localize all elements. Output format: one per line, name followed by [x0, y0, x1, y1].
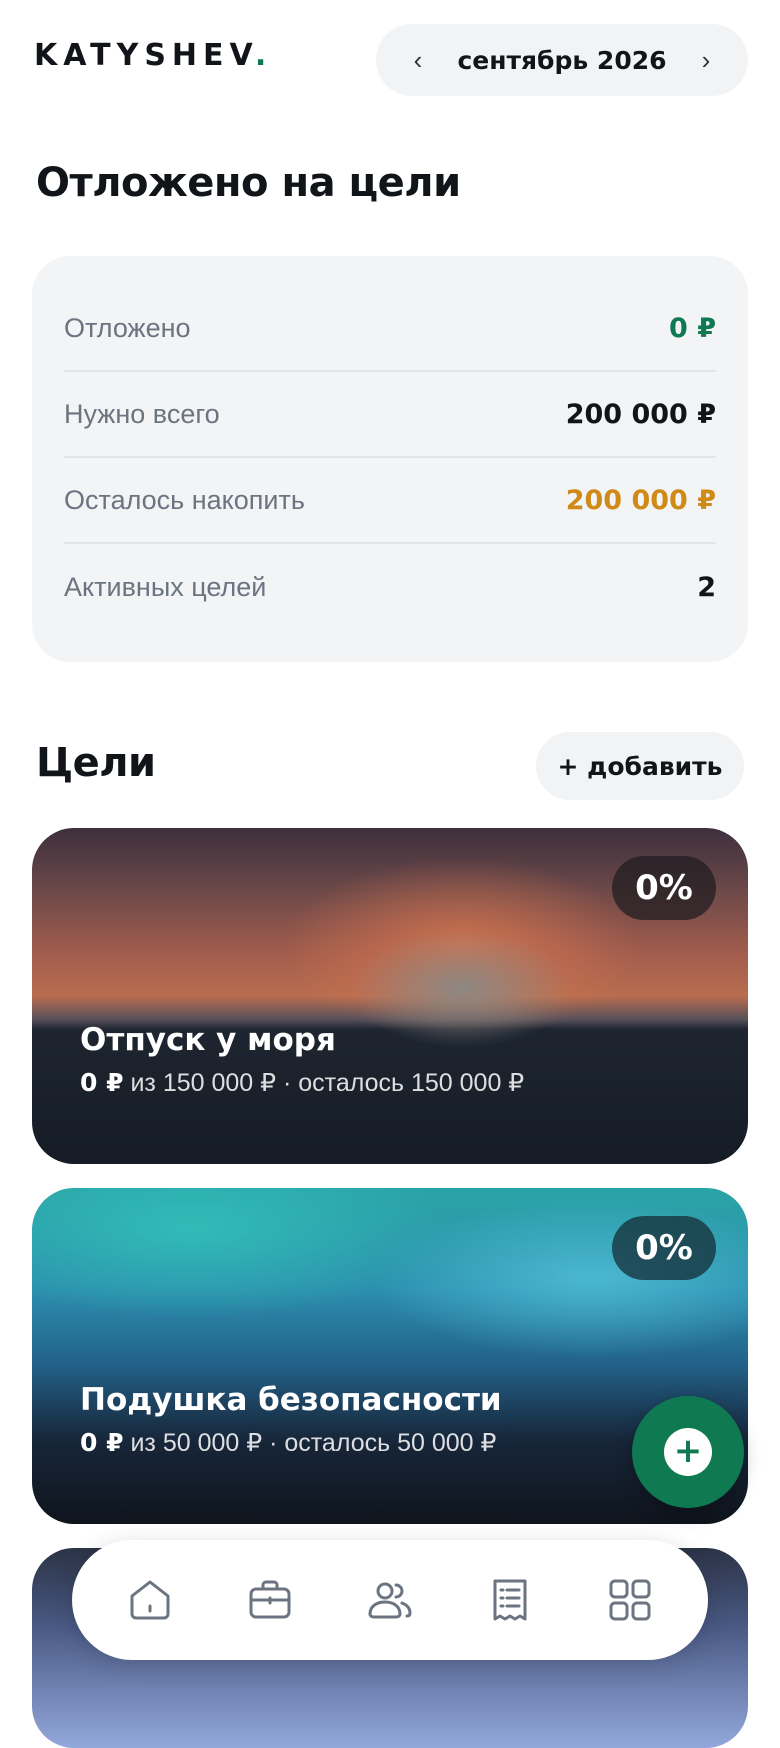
chevron-left-icon[interactable]: ‹ [406, 45, 430, 76]
logo-dot: . [254, 38, 273, 73]
chevron-right-icon[interactable]: › [694, 45, 718, 76]
summary-card: Отложено 0 ₽ Нужно всего 200 000 ₽ Остал… [32, 256, 748, 662]
goal-amounts: 0 ₽ из 50 000 ₽ · осталось 50 000 ₽ [80, 1428, 496, 1458]
summary-title: Отложено на цели [36, 160, 461, 206]
grid-icon [609, 1579, 651, 1621]
logo-text: KATYSHEV [34, 38, 255, 73]
goal-rest: из 150 000 ₽ · осталось 150 000 ₽ [130, 1069, 525, 1097]
summary-value: 2 [697, 571, 716, 603]
nav-receipt[interactable] [474, 1564, 546, 1636]
summary-value: 200 000 ₽ [565, 484, 716, 516]
home-icon [130, 1580, 170, 1620]
goal-name: Отпуск у моря [80, 1022, 336, 1058]
summary-row-remaining: Осталось накопить 200 000 ₽ [64, 458, 716, 544]
month-label: сентябрь 2026 [457, 45, 667, 75]
goal-rest: из 50 000 ₽ · осталось 50 000 ₽ [130, 1429, 497, 1457]
summary-row-active: Активных целей 2 [64, 544, 716, 630]
summary-value: 0 ₽ [669, 312, 716, 344]
bottom-nav [72, 1540, 708, 1660]
goal-card[interactable]: 0% Отпуск у моря 0 ₽ из 150 000 ₽ · оста… [32, 828, 748, 1164]
summary-row-total: Нужно всего 200 000 ₽ [64, 372, 716, 458]
summary-label: Отложено [64, 312, 191, 343]
goal-saved: 0 ₽ [80, 1428, 124, 1457]
goals-title: Цели [36, 740, 156, 786]
summary-label: Осталось накопить [64, 484, 305, 515]
month-selector: ‹ сентябрь 2026 › [376, 24, 748, 96]
briefcase-icon [249, 1580, 291, 1619]
goal-amounts: 0 ₽ из 150 000 ₽ · осталось 150 000 ₽ [80, 1068, 524, 1098]
summary-row-saved: Отложено 0 ₽ [64, 286, 716, 372]
plus-icon: + [664, 1428, 712, 1476]
users-icon [368, 1582, 412, 1619]
nav-briefcase[interactable] [234, 1564, 306, 1636]
goal-name: Подушка безопасности [80, 1382, 502, 1418]
goal-saved: 0 ₽ [80, 1068, 124, 1097]
nav-users[interactable] [354, 1564, 426, 1636]
nav-grid[interactable] [594, 1564, 666, 1636]
add-goal-button[interactable]: + добавить [536, 732, 744, 800]
goal-progress-badge: 0% [612, 1216, 716, 1280]
logo: KATYSHEV. [34, 38, 272, 73]
add-fab-button[interactable]: + [632, 1396, 744, 1508]
nav-home[interactable] [114, 1564, 186, 1636]
summary-label: Активных целей [64, 571, 267, 602]
receipt-icon [493, 1579, 527, 1621]
summary-label: Нужно всего [64, 398, 220, 429]
summary-value: 200 000 ₽ [565, 398, 716, 430]
goal-progress-badge: 0% [612, 856, 716, 920]
